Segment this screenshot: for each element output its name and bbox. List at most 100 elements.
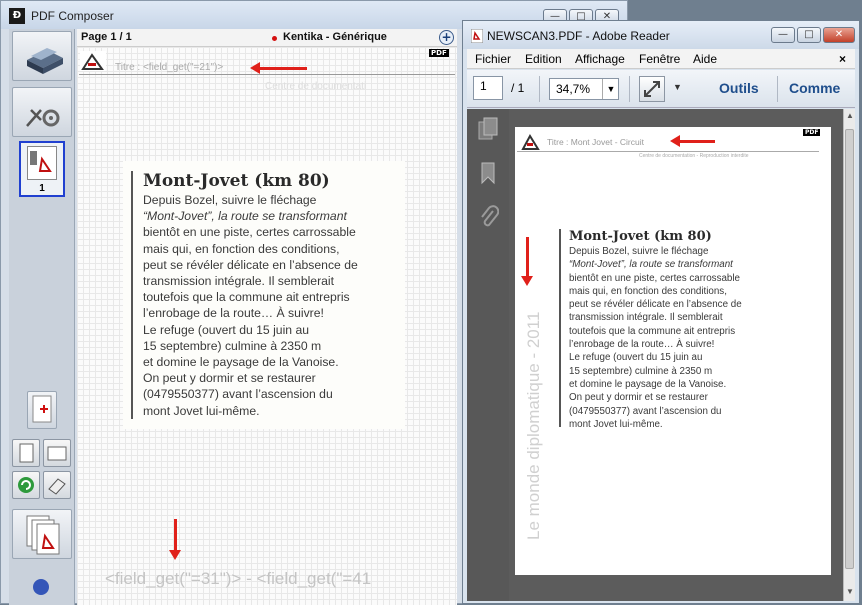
fit-page-button[interactable]	[639, 76, 665, 102]
page-thumbnail[interactable]: 1	[19, 141, 65, 197]
pdf-article-line: (0479550377) avant l’ascension du	[569, 405, 722, 417]
exit-icon[interactable]	[33, 579, 49, 595]
kentika-logo	[80, 51, 106, 71]
build-pdf-button[interactable]	[12, 509, 72, 559]
article-margin-bar	[131, 171, 133, 419]
add-button[interactable]: +	[439, 30, 454, 45]
pdf-subheader: Centre de documentation - Reproduction i…	[639, 153, 749, 159]
composer-title: PDF Composer	[31, 9, 114, 23]
refresh-icon	[18, 477, 34, 493]
toolbar-separator	[629, 76, 630, 102]
pdf-article-line: bientôt en une piste, certes carrossable	[569, 272, 741, 284]
eraser-button[interactable]	[43, 471, 71, 499]
article-line: Le refuge (ouvert du 15 juin au	[143, 322, 310, 337]
tools-button[interactable]: Outils	[719, 80, 759, 96]
red-arrow-down	[521, 237, 533, 286]
pdf-page: Titre : Mont Jovet - Circuit PDF Centre …	[515, 127, 831, 575]
article-line: Depuis Bozel, suivre le fléchage	[143, 193, 317, 207]
side-watermark-text: Le monde diplomatique - 2011	[524, 311, 543, 540]
article-line: l’enrobage de la route… À suivre!	[143, 306, 324, 321]
pdf-article-line: et domine le paysage de la Vanoise.	[569, 378, 727, 390]
pdf-article: Mont-Jovet (km 80) Depuis Bozel, suivre …	[557, 225, 777, 441]
close-button[interactable]: ✕	[823, 27, 855, 43]
reader-titlebar: NEWSCAN3.PDF - Adobe Reader — □ ✕	[463, 21, 859, 49]
pdf-article-line: peut se révéler délicate en l’absence de	[569, 299, 742, 311]
reader-menubar: Fichier Edition Affichage Fenêtre Aide ×	[467, 49, 855, 69]
tools-gear-icon	[26, 109, 60, 127]
article-line: mais qui, en fonction des conditions,	[143, 241, 340, 256]
reader-navigation-pane	[467, 109, 509, 601]
menu-fenetre[interactable]: Fenêtre	[639, 52, 680, 66]
zoom-value: 34,7%	[556, 82, 591, 96]
pdf-article-line: Le refuge (ouvert du 15 juin au	[569, 352, 703, 364]
thumbnail-page-number: 1	[39, 183, 45, 194]
pdf-document-icon	[30, 151, 52, 172]
toolbar-separator	[539, 76, 540, 102]
scroll-up-arrow-icon[interactable]: ▲	[846, 111, 854, 120]
pdf-article-line: l’enrobage de la route… À suivre!	[569, 339, 715, 351]
title-field[interactable]: Titre : <field_get("=21")>	[115, 62, 223, 73]
reader-window-controls: — □ ✕	[771, 27, 855, 43]
kentika-logo	[521, 133, 541, 151]
article-line: bientôt en une piste, certes carrossable	[143, 225, 356, 240]
landscape-page-icon	[47, 446, 67, 461]
pdf-article-line: On peut y dormir et se restaurer	[569, 392, 708, 404]
toolbar-options-chevron-icon[interactable]: ▼	[673, 82, 682, 92]
page-indicator: Page 1 / 1	[81, 31, 132, 43]
pdf-badge: PDF	[803, 129, 821, 136]
minimize-button[interactable]: —	[771, 27, 795, 43]
page-total: / 1	[511, 81, 525, 95]
pdf-article-line: Depuis Bozel, suivre le fléchage	[569, 246, 709, 257]
menu-edition[interactable]: Edition	[525, 52, 562, 66]
composer-app-icon: Ð	[9, 8, 25, 24]
article-heading: Mont-Jovet (km 80)	[143, 171, 330, 191]
red-arrow-down	[169, 519, 181, 560]
bookmark-icon[interactable]	[479, 161, 497, 185]
pdf-article-bar	[559, 229, 561, 427]
red-arrow-left	[250, 62, 307, 74]
menu-close-button[interactable]: ×	[839, 52, 846, 66]
eraser-icon	[48, 478, 66, 495]
page-number-input[interactable]: 1	[473, 76, 503, 100]
portrait-page-icon	[19, 443, 34, 463]
pdf-article-heading: Mont-Jovet (km 80)	[569, 229, 712, 244]
scroll-down-arrow-icon[interactable]: ▼	[846, 587, 854, 596]
toolbar-separator	[777, 76, 778, 102]
settings-button[interactable]	[12, 87, 72, 137]
article-line: (0479550377) avant l’ascension du	[143, 387, 333, 402]
article-line: 15 septembre) culmine à 2350 m	[143, 338, 322, 353]
vertical-scrollbar[interactable]: ▲ ▼	[843, 109, 855, 601]
red-arrow-left	[670, 135, 715, 147]
attachment-paperclip-icon[interactable]	[479, 205, 499, 229]
add-page-button[interactable]	[27, 391, 57, 429]
portrait-page-button[interactable]	[12, 439, 40, 467]
article-line: mont Jovet lui-même.	[143, 403, 260, 418]
page-thumbnails-icon[interactable]	[477, 117, 499, 143]
landscape-page-button[interactable]	[43, 439, 71, 467]
composer-page-header: Page 1 / 1 Kentika - Générique +	[77, 29, 457, 47]
comment-button[interactable]: Comme	[789, 80, 840, 96]
pdf-article-line: “Mont-Jovet”, la route se transformant	[569, 259, 733, 271]
pdf-article-line: mont Jovet lui-même.	[569, 418, 663, 430]
article-body: Depuis Bozel, suivre le fléchage “Mont-J…	[143, 192, 358, 419]
scanner-icon	[27, 48, 63, 74]
zoom-select[interactable]: 34,7% ▼	[549, 78, 619, 100]
menu-fichier[interactable]: Fichier	[475, 52, 511, 66]
menu-affichage[interactable]: Affichage	[575, 52, 625, 66]
chevron-down-icon[interactable]: ▼	[602, 79, 619, 99]
menu-aide[interactable]: Aide	[693, 52, 717, 66]
scrollbar-thumb[interactable]	[845, 129, 854, 569]
article-line: “Mont-Jovet”, la route se transformant	[143, 209, 347, 224]
maximize-button[interactable]: □	[797, 27, 821, 43]
footer-field[interactable]: <field_get("=31")> - <field_get("=41	[105, 569, 371, 589]
header-ghost-text: Centre de documentati	[265, 81, 367, 92]
article-scan[interactable]: Mont-Jovet (km 80) Depuis Bozel, suivre …	[123, 161, 405, 429]
refresh-button[interactable]	[12, 471, 40, 499]
adobe-reader-window: NEWSCAN3.PDF - Adobe Reader — □ ✕ Fichie…	[462, 20, 860, 604]
status-dot-icon	[272, 36, 277, 41]
pdf-article-line: toutefois que la commune ait entrepris	[569, 325, 736, 337]
header-rule	[79, 74, 455, 75]
scan-button[interactable]	[12, 31, 72, 81]
pdf-article-line: transmission intégrale. Il semblerait	[569, 312, 723, 324]
pdf-article-line: 15 septembre) culmine à 2350 m	[569, 365, 713, 377]
